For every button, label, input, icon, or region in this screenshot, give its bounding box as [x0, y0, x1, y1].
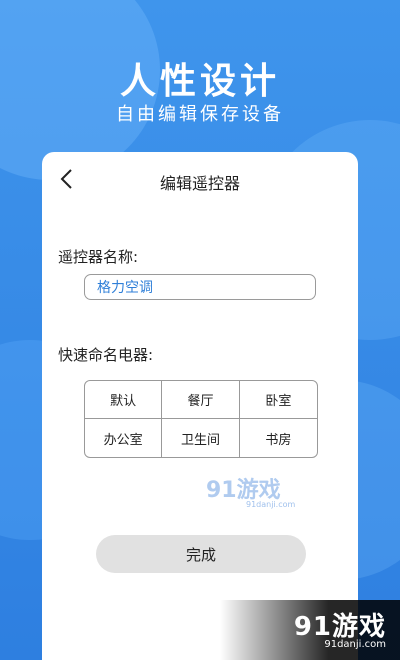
edit-remote-card: 编辑遥控器 遥控器名称: 快速命名电器: 默认 餐厅 卧室 办公室 卫生间 书房…	[42, 152, 358, 660]
done-button[interactable]: 完成	[96, 535, 306, 573]
remote-name-label: 遥控器名称:	[58, 248, 139, 266]
quick-name-grid: 默认 餐厅 卧室 办公室 卫生间 书房	[84, 380, 318, 458]
quick-name-option[interactable]: 卧室	[239, 381, 317, 419]
watermark: 91游戏 91danji.com	[206, 472, 306, 512]
quick-name-label: 快速命名电器:	[58, 346, 154, 364]
hero-subtitle: 自由编辑保存设备	[116, 104, 284, 125]
quick-name-option[interactable]: 书房	[240, 419, 317, 457]
quick-name-option[interactable]: 默认	[85, 381, 163, 419]
quick-name-option[interactable]: 卫生间	[162, 419, 240, 457]
page-title: 编辑遥控器	[159, 174, 240, 193]
corner-logo-text: 91游戏	[293, 612, 386, 642]
remote-name-input[interactable]	[84, 274, 316, 300]
quick-name-option[interactable]: 办公室	[85, 419, 163, 457]
quick-name-option[interactable]: 餐厅	[162, 381, 240, 419]
hero-title: 人性设计	[119, 61, 280, 102]
corner-logo: 91游戏 91danji.com	[294, 606, 386, 650]
watermark-url: 91danji.com	[246, 500, 296, 509]
